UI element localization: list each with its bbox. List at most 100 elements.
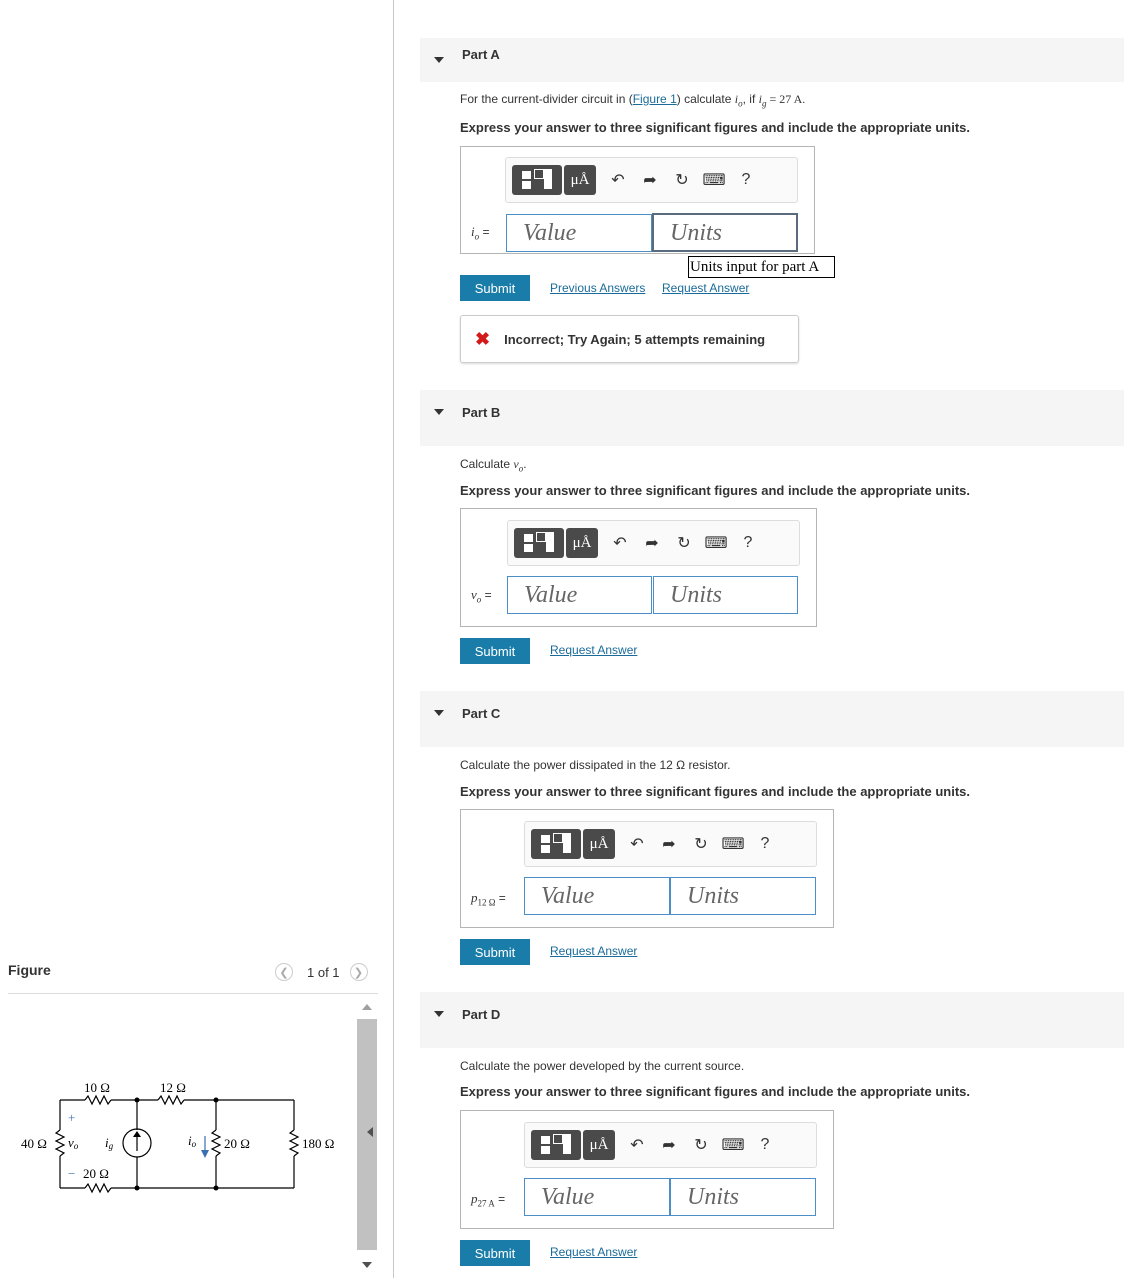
part-c-answer-box: μÅ ↶ ➦ ↻ ⌨ ? p12 Ω = Value Units (460, 809, 834, 928)
help-icon[interactable]: ? (749, 1131, 781, 1159)
chevron-left-icon[interactable]: ❮ (275, 963, 293, 981)
io-label: io (188, 1133, 197, 1149)
part-c-label: p12 Ω = (471, 890, 506, 908)
help-icon[interactable]: ? (730, 166, 762, 194)
templates-icon[interactable] (514, 528, 564, 558)
part-b-units-input[interactable]: Units (653, 576, 798, 614)
undo-icon[interactable]: ↶ (602, 166, 634, 194)
redo-icon[interactable]: ➦ (636, 529, 668, 557)
part-a-instructions: Express your answer to three significant… (460, 120, 970, 135)
part-d-submit-button[interactable]: Submit (460, 1240, 530, 1266)
part-b-instructions: Express your answer to three significant… (460, 483, 970, 498)
part-b-request-answer-link[interactable]: Request Answer (550, 643, 637, 657)
part-a-submit-button[interactable]: Submit (460, 275, 530, 301)
part-a-label: io = (471, 224, 490, 242)
r180-label: 180 Ω (302, 1136, 334, 1151)
part-b-header[interactable]: Part B (420, 390, 1124, 446)
r40-label: 40 Ω (21, 1136, 47, 1151)
figure-scrollbar[interactable] (356, 997, 378, 1278)
part-d-value-input[interactable]: Value (524, 1178, 670, 1216)
keyboard-icon[interactable]: ⌨ (717, 830, 749, 858)
reset-icon[interactable]: ↻ (685, 1131, 717, 1159)
part-d-label: p27 A = (471, 1191, 506, 1209)
feedback-message: Incorrect; Try Again; 5 attempts remaini… (504, 331, 766, 347)
chevron-right-icon[interactable]: ❯ (349, 963, 368, 981)
caret-down-icon (434, 1011, 444, 1017)
redo-icon[interactable]: ➦ (634, 166, 666, 194)
scroll-left-icon[interactable] (367, 1127, 373, 1137)
part-a-question: For the current-divider circuit in (Figu… (460, 92, 806, 109)
keyboard-icon[interactable]: ⌨ (700, 529, 732, 557)
figure-link[interactable]: Figure 1 (633, 92, 677, 106)
part-b-value-input[interactable]: Value (507, 576, 652, 614)
part-b-submit-button[interactable]: Submit (460, 638, 530, 664)
part-b-label: vo = (471, 587, 492, 605)
r10-label: 10 Ω (84, 1080, 110, 1095)
reset-icon[interactable]: ↻ (668, 529, 700, 557)
part-a-toolbar: μÅ ↶ ➦ ↻ ⌨ ? (505, 157, 798, 203)
units-tooltip: Units input for part A (688, 256, 835, 278)
part-c-units-input[interactable]: Units (670, 877, 816, 915)
panel-divider (393, 0, 394, 1278)
part-d-units-input[interactable]: Units (670, 1178, 816, 1216)
part-d-instructions: Express your answer to three significant… (460, 1084, 970, 1099)
scroll-down-icon[interactable] (362, 1262, 372, 1268)
r12-label: 12 Ω (160, 1080, 186, 1095)
part-d-request-answer-link[interactable]: Request Answer (550, 1245, 637, 1259)
part-c-value-input[interactable]: Value (524, 877, 670, 915)
part-c-submit-button[interactable]: Submit (460, 939, 530, 965)
reset-icon[interactable]: ↻ (666, 166, 698, 194)
figure-separator (8, 993, 378, 994)
undo-icon[interactable]: ↶ (621, 830, 653, 858)
templates-icon[interactable] (531, 829, 581, 859)
pager-text: 1 of 1 (307, 964, 340, 980)
part-b-answer-box: μÅ ↶ ➦ ↻ ⌨ ? vo = Value Units (460, 508, 817, 627)
part-a-answer-box: μÅ ↶ ➦ ↻ ⌨ ? io = Value Units (460, 146, 815, 254)
part-b-toolbar: μÅ ↶ ➦ ↻ ⌨ ? (507, 520, 800, 566)
incorrect-icon: ✖ (475, 328, 491, 349)
part-d-question: Calculate the power developed by the cur… (460, 1059, 745, 1073)
part-a-request-answer-link[interactable]: Request Answer (662, 281, 749, 295)
units-button[interactable]: μÅ (583, 829, 615, 859)
part-a-units-input[interactable]: Units (652, 213, 798, 252)
part-a-title: Part A (462, 47, 500, 62)
plus-sign: + (68, 1110, 75, 1125)
templates-icon[interactable] (531, 1130, 581, 1160)
units-button[interactable]: μÅ (566, 528, 598, 558)
r20-bottom-label: 20 Ω (83, 1166, 109, 1181)
vo-label: vo (68, 1135, 79, 1151)
figure-title: Figure (8, 962, 51, 978)
part-c-instructions: Express your answer to three significant… (460, 784, 970, 799)
part-a-previous-answers-link[interactable]: Previous Answers (550, 281, 645, 295)
redo-icon[interactable]: ➦ (653, 1131, 685, 1159)
part-c-header[interactable]: Part C (420, 691, 1124, 747)
part-b-title: Part B (462, 405, 501, 420)
templates-icon[interactable] (512, 165, 562, 195)
caret-down-icon (434, 710, 444, 716)
part-c-toolbar: μÅ ↶ ➦ ↻ ⌨ ? (524, 821, 817, 867)
part-a-header[interactable]: Part A (420, 38, 1124, 82)
units-button[interactable]: μÅ (583, 1130, 615, 1160)
undo-icon[interactable]: ↶ (604, 529, 636, 557)
undo-icon[interactable]: ↶ (621, 1131, 653, 1159)
circuit-diagram: 10 Ω 12 Ω 40 Ω 20 Ω 20 Ω 180 Ω + − vo ig… (21, 1080, 334, 1194)
help-icon[interactable]: ? (732, 529, 764, 557)
part-d-header[interactable]: Part D (420, 992, 1124, 1048)
part-b-question: Calculate vo. (460, 457, 527, 474)
part-a-value-input[interactable]: Value (506, 214, 652, 252)
r20-right-label: 20 Ω (224, 1136, 250, 1151)
redo-icon[interactable]: ➦ (653, 830, 685, 858)
part-d-answer-box: μÅ ↶ ➦ ↻ ⌨ ? p27 A = Value Units (460, 1110, 834, 1229)
help-icon[interactable]: ? (749, 830, 781, 858)
keyboard-icon[interactable]: ⌨ (698, 166, 730, 194)
caret-down-icon (434, 57, 444, 63)
minus-sign: − (68, 1166, 75, 1181)
caret-down-icon (434, 409, 444, 415)
part-c-request-answer-link[interactable]: Request Answer (550, 944, 637, 958)
reset-icon[interactable]: ↻ (685, 830, 717, 858)
scroll-up-icon[interactable] (362, 1004, 372, 1010)
part-c-title: Part C (462, 706, 501, 721)
keyboard-icon[interactable]: ⌨ (717, 1131, 749, 1159)
units-button[interactable]: μÅ (564, 165, 596, 195)
ig-label: ig (105, 1135, 114, 1151)
